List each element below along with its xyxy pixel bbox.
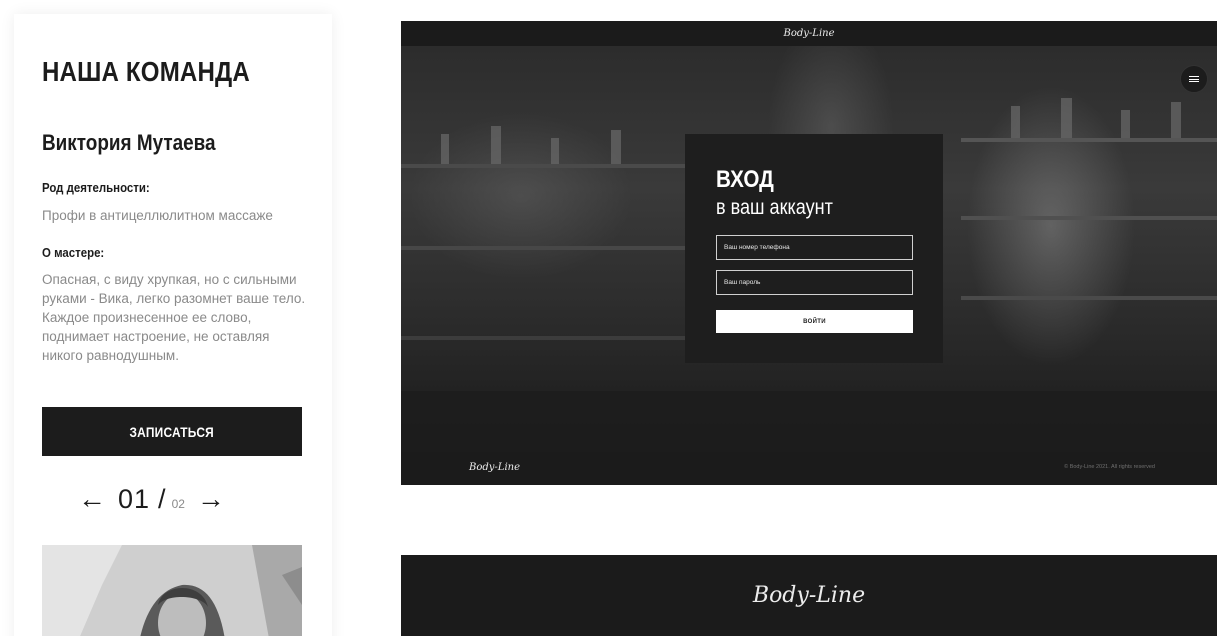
bottom-banner: Body-Line: [401, 555, 1217, 636]
master-name: Виктория Мутаева: [42, 130, 216, 155]
banner-logo[interactable]: Body-Line: [753, 583, 865, 608]
pager-total: 02: [171, 497, 185, 511]
team-card: НАША КОМАНДА Виктория Мутаева Род деятел…: [14, 14, 332, 636]
next-arrow-icon[interactable]: →: [197, 484, 225, 514]
footer-logo[interactable]: Body-Line: [469, 462, 520, 473]
about-label: О мастере:: [42, 245, 105, 260]
password-input[interactable]: [716, 270, 913, 295]
book-button[interactable]: ЗАПИСАТЬСЯ: [42, 407, 302, 456]
book-button-label: ЗАПИСАТЬСЯ: [129, 423, 215, 440]
prev-arrow-icon[interactable]: ←: [78, 484, 106, 514]
occupation-label: Род деятельности:: [42, 180, 150, 195]
login-header: Body-Line: [401, 21, 1217, 46]
menu-button[interactable]: [1180, 65, 1208, 93]
master-photo-illustration: [42, 545, 302, 636]
pager-separator: /: [158, 484, 166, 514]
master-photo: [42, 545, 302, 636]
copyright-text: © Body-Line 2021. All rights reserved: [1064, 464, 1155, 470]
login-preview: Body-Line ВХОД в ваш аккаунт Ваш номер т…: [401, 21, 1217, 485]
login-footer: Body-Line © Body-Line 2021. All rights r…: [401, 452, 1217, 485]
login-form: ВХОД в ваш аккаунт ВОЙТИ: [685, 134, 943, 363]
team-section-title: НАША КОМАНДА: [42, 56, 250, 87]
header-logo[interactable]: Body-Line: [784, 28, 835, 39]
hamburger-menu-icon: [1189, 76, 1199, 82]
about-value: Опасная, с виду хрупкая, но с сильными р…: [42, 272, 306, 363]
pager-current: 01: [118, 484, 151, 514]
phone-input[interactable]: [716, 235, 913, 260]
login-title: ВХОД: [716, 166, 774, 193]
occupation-value: Профи в антицеллюлитном массаже: [42, 208, 273, 223]
login-submit-button[interactable]: ВОЙТИ: [716, 310, 913, 333]
master-pager: ← 01 / 02 →: [78, 484, 278, 518]
login-subtitle: в ваш аккаунт: [716, 196, 833, 219]
